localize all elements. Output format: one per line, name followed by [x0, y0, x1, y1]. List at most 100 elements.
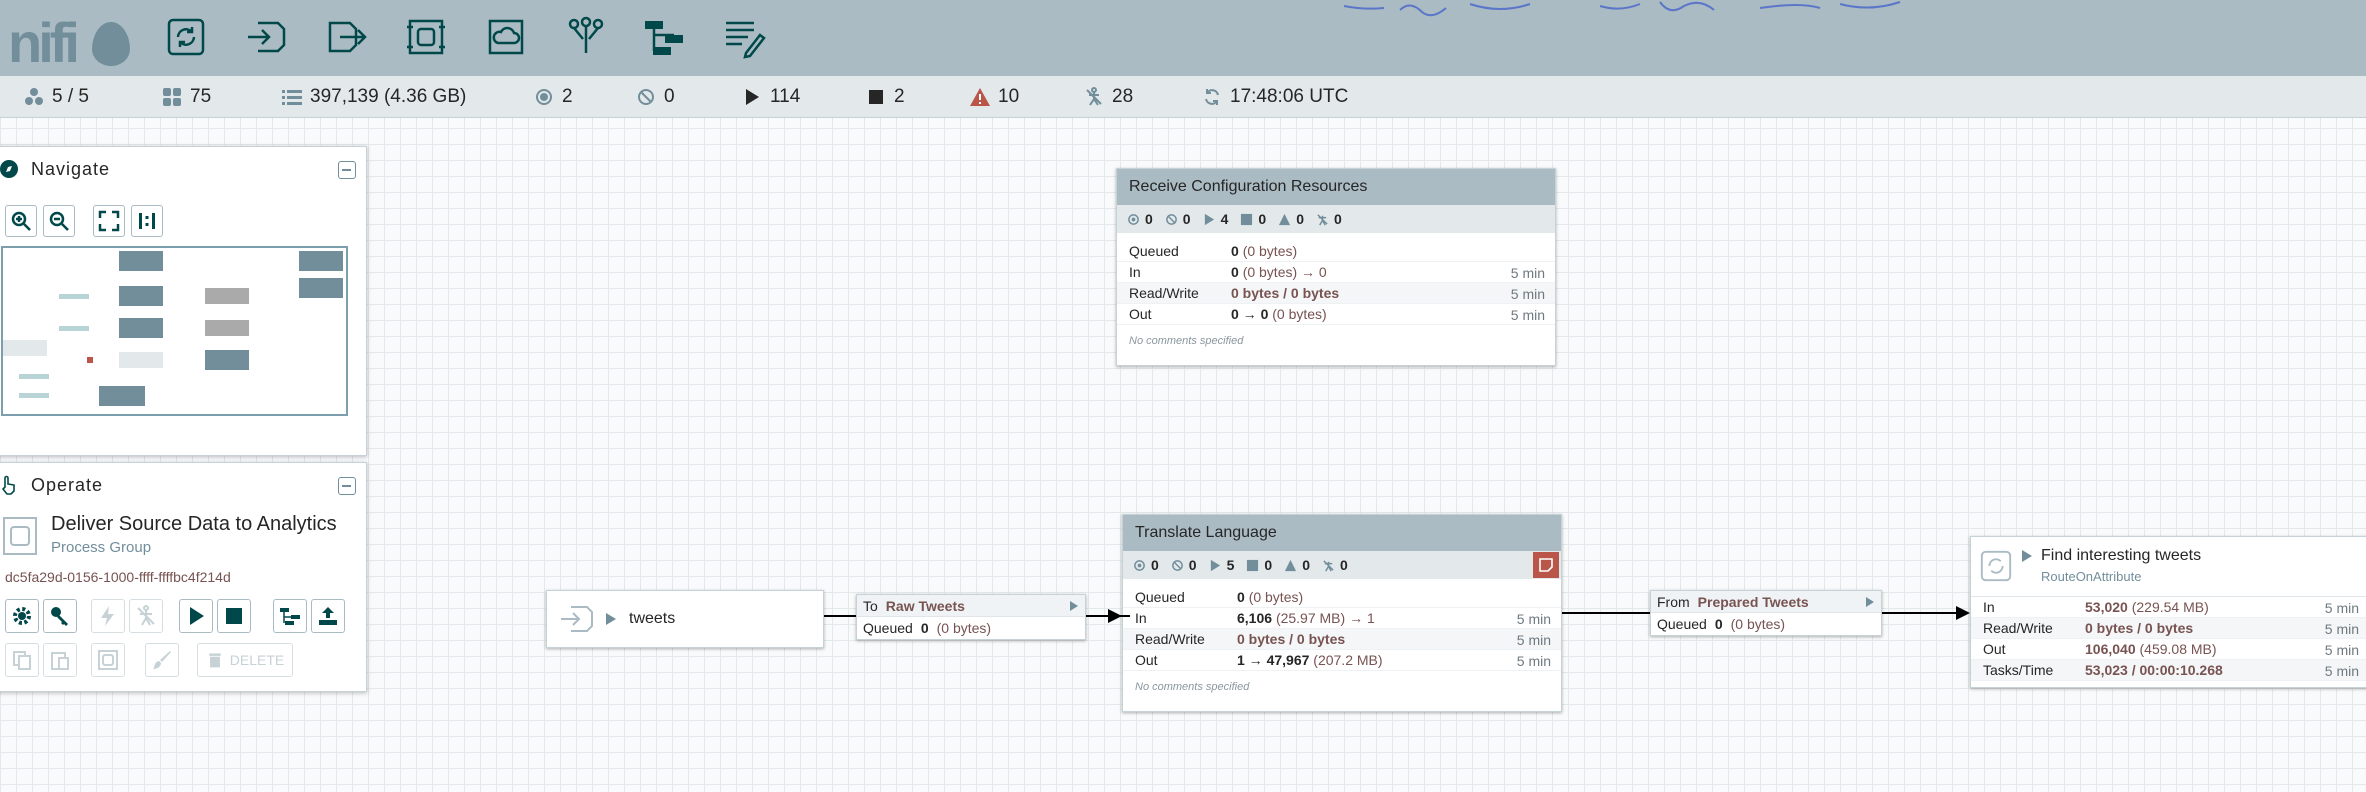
- connection-arrow: [1108, 609, 1122, 623]
- zoom-in-button[interactable]: [5, 205, 37, 237]
- disabled-icon: [137, 605, 155, 626]
- template-icon[interactable]: [640, 12, 688, 62]
- upload-template-button[interactable]: [311, 599, 345, 633]
- zoom-in-icon: [11, 211, 31, 231]
- transmitting-count: 2: [534, 86, 573, 108]
- disable-button[interactable]: [129, 599, 163, 633]
- total-queued: 397,139 (4.36 GB): [282, 86, 466, 108]
- stat-row: Out 106,040 (459.08 MB) 5 min: [1971, 639, 2366, 660]
- stat-row: Read/Write 0 bytes / 0 bytes 5 min: [1971, 618, 2366, 639]
- hand-pointer-icon: [1, 475, 15, 495]
- processor-type: RouteOnAttribute: [2041, 569, 2142, 584]
- status-bar: 5 / 5 75 397,139 (4.36 GB) 2 0 114 2 10 …: [0, 76, 2366, 118]
- processor-icon: [1980, 550, 2012, 582]
- disabled-icon: [1317, 213, 1328, 225]
- label-icon[interactable]: [720, 12, 768, 62]
- access-policies-button[interactable]: [43, 599, 77, 633]
- queue-icon: [282, 87, 302, 107]
- process-group-icon: [3, 517, 37, 555]
- actual-size-icon: [139, 213, 155, 229]
- selection-id: dc5fa29d-0156-1000-ffff-ffffbc4f214d: [5, 569, 231, 585]
- stat-row: In 6,106 (25.97 MB) → 15 min: [1123, 608, 1561, 629]
- upload-icon: [319, 607, 337, 625]
- operate-panel: Operate Deliver Source Data to Analytics…: [0, 462, 367, 692]
- stat-row: Queued 0 (0 bytes): [1117, 241, 1555, 262]
- warning-icon: [1285, 559, 1297, 571]
- paintbrush-icon: [153, 651, 171, 669]
- nifi-logo[interactable]: nifi: [4, 8, 130, 74]
- navigate-title: Navigate: [31, 158, 111, 179]
- trash-icon: [209, 653, 221, 668]
- copy-button[interactable]: [5, 643, 39, 677]
- fit-button[interactable]: [93, 205, 125, 237]
- cluster-icon: [24, 87, 44, 107]
- stop-icon: [1247, 559, 1259, 571]
- start-button[interactable]: [179, 599, 213, 633]
- disabled-count: 28: [1084, 86, 1133, 108]
- connection-arrow: [1956, 606, 1970, 620]
- navigate-panel: Navigate: [0, 146, 367, 456]
- connection-label-prepared-tweets[interactable]: From Prepared Tweets Queued 0 (0 bytes): [1650, 590, 1882, 636]
- input-port-icon: [561, 606, 593, 632]
- fit-icon: [98, 210, 120, 232]
- paste-button[interactable]: [43, 643, 77, 677]
- delete-button[interactable]: DELETE: [197, 643, 293, 677]
- process-group-icon[interactable]: [402, 12, 450, 62]
- color-button[interactable]: [145, 643, 179, 677]
- transmitting-icon: [534, 87, 554, 107]
- processor-name: Find interesting tweets: [2041, 547, 2202, 564]
- processor-find-interesting-tweets[interactable]: Find interesting tweets RouteOnAttribute…: [1970, 536, 2366, 688]
- refresh-status[interactable]: 17:48:06 UTC: [1202, 86, 1348, 108]
- play-icon: [1070, 600, 1078, 611]
- disabled-icon: [1084, 87, 1104, 107]
- comment-badge[interactable]: [1533, 552, 1559, 578]
- transmitting-icon: [1128, 213, 1139, 225]
- create-template-button[interactable]: [273, 599, 307, 633]
- connection-label-raw-tweets[interactable]: To Raw Tweets Queued 0 (0 bytes): [856, 594, 1086, 640]
- play-icon: [1204, 213, 1214, 225]
- collapse-operate-button[interactable]: [338, 477, 356, 495]
- funnel-icon[interactable]: [562, 12, 610, 62]
- selection-type: Process Group: [51, 539, 152, 556]
- not-transmitting-icon: [1165, 213, 1177, 225]
- collapse-navigate-button[interactable]: [338, 161, 356, 179]
- paste-icon: [51, 652, 69, 670]
- play-icon: [742, 87, 762, 107]
- stop-button[interactable]: [217, 599, 251, 633]
- zoom-out-icon: [49, 211, 69, 231]
- stat-row: Queued 0 (0 bytes): [1123, 587, 1561, 608]
- play-icon: [190, 607, 204, 625]
- gear-icon: [13, 607, 31, 625]
- running-count: 114: [742, 86, 800, 108]
- remote-process-group-icon[interactable]: [482, 12, 530, 62]
- cluster-status[interactable]: 5 / 5: [24, 86, 89, 108]
- processor-icon[interactable]: [162, 12, 210, 62]
- copy-icon: [13, 651, 31, 670]
- stat-row: Out 0 → 0 (0 bytes) 5 min: [1117, 304, 1555, 325]
- refresh-icon: [1202, 87, 1222, 107]
- disabled-icon: [1323, 559, 1334, 571]
- invalid-count: 10: [970, 86, 1019, 108]
- process-group-stats: 0 0 5 0 0 0: [1123, 551, 1561, 579]
- actual-size-button[interactable]: [131, 205, 163, 237]
- process-group-receive-configuration[interactable]: Receive Configuration Resources 0 0 4 0 …: [1116, 168, 1556, 366]
- input-port-icon[interactable]: [242, 12, 290, 62]
- enable-button[interactable]: [91, 599, 125, 633]
- output-port-icon[interactable]: [322, 12, 370, 62]
- configure-button[interactable]: [5, 599, 39, 633]
- process-group-translate-language[interactable]: Translate Language 0 0 5 0 0 0 Queued 0 (…: [1122, 514, 1562, 712]
- warning-icon: [970, 87, 990, 107]
- template-icon: [280, 608, 300, 625]
- process-group-name: Translate Language: [1123, 515, 1561, 551]
- zoom-out-button[interactable]: [43, 205, 75, 237]
- compass-icon: [0, 160, 18, 178]
- birdseye-view[interactable]: [1, 246, 348, 416]
- input-port-tweets[interactable]: tweets: [546, 590, 824, 648]
- stop-icon: [866, 87, 886, 107]
- comment-icon: [1539, 558, 1553, 572]
- comments: No comments specified: [1135, 681, 1250, 693]
- group-button[interactable]: [91, 643, 125, 677]
- handwriting-scribble: [1343, 1, 1901, 17]
- stat-row: In 53,020 (229.54 MB) 5 min: [1971, 597, 2366, 618]
- play-icon: [1210, 559, 1220, 571]
